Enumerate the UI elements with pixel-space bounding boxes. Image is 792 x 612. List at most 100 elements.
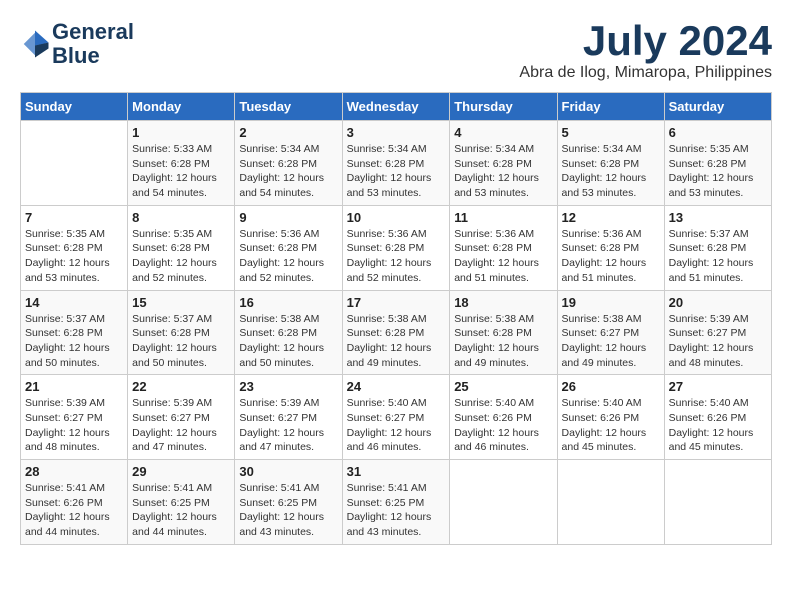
day-info: Sunrise: 5:39 AMSunset: 6:27 PMDaylight:… bbox=[25, 396, 123, 455]
header-saturday: Saturday bbox=[664, 93, 771, 121]
day-cell: 20 Sunrise: 5:39 AMSunset: 6:27 PMDayligh… bbox=[664, 290, 771, 375]
day-number: 31 bbox=[347, 464, 446, 479]
day-cell: 2 Sunrise: 5:34 AMSunset: 6:28 PMDaylight… bbox=[235, 121, 342, 206]
day-cell: 25 Sunrise: 5:40 AMSunset: 6:26 PMDayligh… bbox=[450, 375, 557, 460]
day-info: Sunrise: 5:40 AMSunset: 6:26 PMDaylight:… bbox=[669, 396, 767, 455]
day-info: Sunrise: 5:33 AMSunset: 6:28 PMDaylight:… bbox=[132, 142, 230, 201]
day-cell: 8Sunrise: 5:35 AMSunset: 6:28 PMDaylight… bbox=[128, 205, 235, 290]
week-row-1: 1 Sunrise: 5:33 AMSunset: 6:28 PMDaylight… bbox=[21, 121, 772, 206]
day-cell: 7Sunrise: 5:35 AMSunset: 6:28 PMDaylight… bbox=[21, 205, 128, 290]
day-cell: 30Sunrise: 5:41 AMSunset: 6:25 PMDayligh… bbox=[235, 460, 342, 545]
day-cell: 3 Sunrise: 5:34 AMSunset: 6:28 PMDaylight… bbox=[342, 121, 450, 206]
week-row-3: 14Sunrise: 5:37 AMSunset: 6:28 PMDayligh… bbox=[21, 290, 772, 375]
day-number: 15 bbox=[132, 295, 230, 310]
day-cell: 18 Sunrise: 5:38 AMSunset: 6:28 PMDayligh… bbox=[450, 290, 557, 375]
day-cell: 14Sunrise: 5:37 AMSunset: 6:28 PMDayligh… bbox=[21, 290, 128, 375]
day-cell: 4 Sunrise: 5:34 AMSunset: 6:28 PMDaylight… bbox=[450, 121, 557, 206]
day-cell: 31 Sunrise: 5:41 AMSunset: 6:25 PMDayligh… bbox=[342, 460, 450, 545]
month-title: July 2024 bbox=[519, 20, 772, 62]
day-cell: 17Sunrise: 5:38 AMSunset: 6:28 PMDayligh… bbox=[342, 290, 450, 375]
page-header: General Blue July 2024 Abra de Ilog, Mim… bbox=[20, 20, 772, 82]
day-number: 26 bbox=[562, 379, 660, 394]
day-cell: 16Sunrise: 5:38 AMSunset: 6:28 PMDayligh… bbox=[235, 290, 342, 375]
day-cell: 11 Sunrise: 5:36 AMSunset: 6:28 PMDayligh… bbox=[450, 205, 557, 290]
day-cell: 22 Sunrise: 5:39 AMSunset: 6:27 PMDayligh… bbox=[128, 375, 235, 460]
day-number: 13 bbox=[669, 210, 767, 225]
day-cell bbox=[21, 121, 128, 206]
header-sunday: Sunday bbox=[21, 93, 128, 121]
day-info: Sunrise: 5:40 AMSunset: 6:26 PMDaylight:… bbox=[562, 396, 660, 455]
day-cell: 6 Sunrise: 5:35 AMSunset: 6:28 PMDaylight… bbox=[664, 121, 771, 206]
day-number: 24 bbox=[347, 379, 446, 394]
day-info: Sunrise: 5:40 AMSunset: 6:27 PMDaylight:… bbox=[347, 396, 446, 455]
day-cell bbox=[450, 460, 557, 545]
day-cell: 9 Sunrise: 5:36 AMSunset: 6:28 PMDaylight… bbox=[235, 205, 342, 290]
day-number: 4 bbox=[454, 125, 552, 140]
day-number: 28 bbox=[25, 464, 123, 479]
day-number: 21 bbox=[25, 379, 123, 394]
day-number: 6 bbox=[669, 125, 767, 140]
day-info: Sunrise: 5:34 AMSunset: 6:28 PMDaylight:… bbox=[347, 142, 446, 201]
day-number: 12 bbox=[562, 210, 660, 225]
day-cell: 10Sunrise: 5:36 AMSunset: 6:28 PMDayligh… bbox=[342, 205, 450, 290]
day-info: Sunrise: 5:36 AMSunset: 6:28 PMDaylight:… bbox=[239, 227, 337, 286]
day-info: Sunrise: 5:39 AMSunset: 6:27 PMDaylight:… bbox=[669, 312, 767, 371]
day-info: Sunrise: 5:35 AMSunset: 6:28 PMDaylight:… bbox=[669, 142, 767, 201]
day-info: Sunrise: 5:34 AMSunset: 6:28 PMDaylight:… bbox=[239, 142, 337, 201]
day-number: 18 bbox=[454, 295, 552, 310]
day-number: 10 bbox=[347, 210, 446, 225]
day-number: 23 bbox=[239, 379, 337, 394]
day-number: 3 bbox=[347, 125, 446, 140]
day-number: 29 bbox=[132, 464, 230, 479]
day-number: 11 bbox=[454, 210, 552, 225]
header-wednesday: Wednesday bbox=[342, 93, 450, 121]
day-info: Sunrise: 5:41 AMSunset: 6:25 PMDaylight:… bbox=[132, 481, 230, 540]
day-number: 19 bbox=[562, 295, 660, 310]
day-cell: 19 Sunrise: 5:38 AMSunset: 6:27 PMDayligh… bbox=[557, 290, 664, 375]
day-number: 5 bbox=[562, 125, 660, 140]
day-info: Sunrise: 5:39 AMSunset: 6:27 PMDaylight:… bbox=[239, 396, 337, 455]
day-info: Sunrise: 5:41 AMSunset: 6:26 PMDaylight:… bbox=[25, 481, 123, 540]
day-cell: 26 Sunrise: 5:40 AMSunset: 6:26 PMDayligh… bbox=[557, 375, 664, 460]
day-info: Sunrise: 5:38 AMSunset: 6:28 PMDaylight:… bbox=[239, 312, 337, 371]
logo: General Blue bbox=[20, 20, 134, 68]
day-info: Sunrise: 5:37 AMSunset: 6:28 PMDaylight:… bbox=[132, 312, 230, 371]
day-info: Sunrise: 5:37 AMSunset: 6:28 PMDaylight:… bbox=[669, 227, 767, 286]
week-row-4: 21 Sunrise: 5:39 AMSunset: 6:27 PMDayligh… bbox=[21, 375, 772, 460]
day-cell bbox=[557, 460, 664, 545]
day-cell bbox=[664, 460, 771, 545]
day-cell: 27Sunrise: 5:40 AMSunset: 6:26 PMDayligh… bbox=[664, 375, 771, 460]
day-info: Sunrise: 5:38 AMSunset: 6:28 PMDaylight:… bbox=[347, 312, 446, 371]
day-info: Sunrise: 5:36 AMSunset: 6:28 PMDaylight:… bbox=[454, 227, 552, 286]
day-number: 2 bbox=[239, 125, 337, 140]
header-thursday: Thursday bbox=[450, 93, 557, 121]
day-number: 30 bbox=[239, 464, 337, 479]
day-cell: 15 Sunrise: 5:37 AMSunset: 6:28 PMDayligh… bbox=[128, 290, 235, 375]
day-cell: 29 Sunrise: 5:41 AMSunset: 6:25 PMDayligh… bbox=[128, 460, 235, 545]
day-number: 1 bbox=[132, 125, 230, 140]
day-number: 8 bbox=[132, 210, 230, 225]
header-monday: Monday bbox=[128, 93, 235, 121]
day-info: Sunrise: 5:34 AMSunset: 6:28 PMDaylight:… bbox=[562, 142, 660, 201]
title-section: July 2024 Abra de Ilog, Mimaropa, Philip… bbox=[519, 20, 772, 82]
day-info: Sunrise: 5:40 AMSunset: 6:26 PMDaylight:… bbox=[454, 396, 552, 455]
day-info: Sunrise: 5:36 AMSunset: 6:28 PMDaylight:… bbox=[562, 227, 660, 286]
day-number: 25 bbox=[454, 379, 552, 394]
week-row-2: 7Sunrise: 5:35 AMSunset: 6:28 PMDaylight… bbox=[21, 205, 772, 290]
day-number: 9 bbox=[239, 210, 337, 225]
day-info: Sunrise: 5:38 AMSunset: 6:28 PMDaylight:… bbox=[454, 312, 552, 371]
day-cell: 24 Sunrise: 5:40 AMSunset: 6:27 PMDayligh… bbox=[342, 375, 450, 460]
subtitle: Abra de Ilog, Mimaropa, Philippines bbox=[519, 64, 772, 82]
day-info: Sunrise: 5:38 AMSunset: 6:27 PMDaylight:… bbox=[562, 312, 660, 371]
calendar-table: SundayMondayTuesdayWednesdayThursdayFrid… bbox=[20, 92, 772, 545]
day-number: 22 bbox=[132, 379, 230, 394]
day-cell: 12 Sunrise: 5:36 AMSunset: 6:28 PMDayligh… bbox=[557, 205, 664, 290]
day-info: Sunrise: 5:39 AMSunset: 6:27 PMDaylight:… bbox=[132, 396, 230, 455]
day-cell: 13 Sunrise: 5:37 AMSunset: 6:28 PMDayligh… bbox=[664, 205, 771, 290]
header-friday: Friday bbox=[557, 93, 664, 121]
day-info: Sunrise: 5:41 AMSunset: 6:25 PMDaylight:… bbox=[347, 481, 446, 540]
week-row-5: 28 Sunrise: 5:41 AMSunset: 6:26 PMDayligh… bbox=[21, 460, 772, 545]
day-number: 20 bbox=[669, 295, 767, 310]
day-cell: 21 Sunrise: 5:39 AMSunset: 6:27 PMDayligh… bbox=[21, 375, 128, 460]
day-info: Sunrise: 5:34 AMSunset: 6:28 PMDaylight:… bbox=[454, 142, 552, 201]
